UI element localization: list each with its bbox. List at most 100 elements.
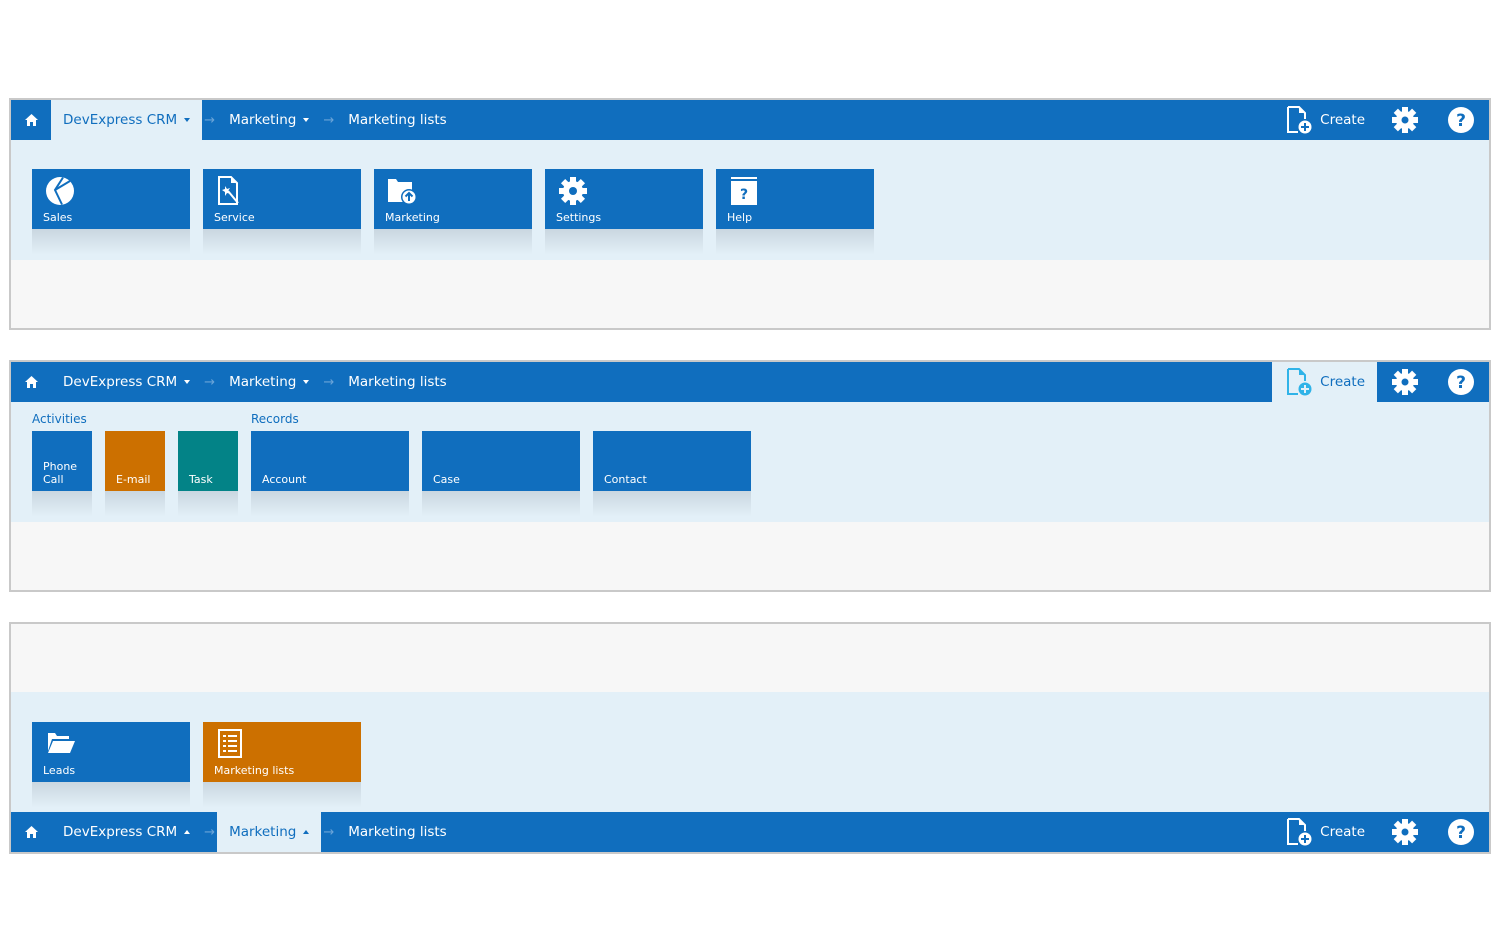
svg-text:?: ? xyxy=(1456,373,1466,393)
create-button[interactable]: Create xyxy=(1272,100,1377,140)
breadcrumb-label: DevExpress CRM xyxy=(63,824,178,840)
arrow-right-icon: → xyxy=(323,824,335,840)
new-document-icon xyxy=(1287,368,1312,396)
gear-icon xyxy=(559,177,587,205)
caret-down-icon xyxy=(303,380,310,384)
create-button[interactable]: Create xyxy=(1272,362,1377,402)
breadcrumb-devexpress-crm[interactable]: DevExpress CRM xyxy=(51,100,203,140)
crm-panel-root-menu-open: DevExpress CRM → Marketing → Marketing l… xyxy=(9,98,1491,330)
folder-upload-icon xyxy=(388,179,417,205)
tile-task[interactable]: Task xyxy=(178,431,238,517)
tile-label: Marketing lists xyxy=(214,764,295,777)
tile-label: Task xyxy=(189,473,213,486)
help-book-icon: ? xyxy=(731,177,757,205)
home-button[interactable] xyxy=(11,362,51,402)
tile-label: Marketing xyxy=(385,211,440,224)
tile-account[interactable]: Account xyxy=(251,431,409,517)
help-icon: ? xyxy=(1448,369,1474,395)
list-document-icon xyxy=(218,729,242,758)
caret-down-icon xyxy=(184,118,191,122)
tile-leads[interactable]: Leads xyxy=(32,722,190,808)
breadcrumb-label: Marketing xyxy=(229,374,297,390)
home-button[interactable] xyxy=(11,100,51,140)
breadcrumb-label: Marketing lists xyxy=(348,824,447,840)
navbar: DevExpress CRM → Marketing → Marketing l… xyxy=(11,812,1489,852)
tile-settings[interactable]: Settings xyxy=(545,169,703,255)
tile-case[interactable]: Case xyxy=(422,431,580,517)
breadcrumb-marketing[interactable]: Marketing xyxy=(217,100,321,140)
help-button[interactable]: ? xyxy=(1433,812,1489,852)
breadcrumb-marketing[interactable]: Marketing xyxy=(217,362,321,402)
new-document-icon xyxy=(1287,106,1312,134)
tile-contact[interactable]: Contact xyxy=(593,431,751,517)
tile-service[interactable]: Service xyxy=(203,169,361,255)
tile-label: Help xyxy=(727,211,753,224)
caret-down-icon xyxy=(184,380,191,384)
group-label-activities: Activities xyxy=(32,412,87,426)
help-icon: ? xyxy=(1448,819,1474,845)
create-label: Create xyxy=(1320,824,1365,840)
create-button[interactable]: Create xyxy=(1272,812,1377,852)
document-wand-icon xyxy=(218,176,239,205)
help-button[interactable]: ? xyxy=(1433,362,1489,402)
tile-area: Leads Marketing lists xyxy=(11,692,1489,812)
breadcrumb-label: Marketing lists xyxy=(348,374,447,390)
gear-icon xyxy=(1392,819,1418,845)
tile-label: Account xyxy=(262,473,307,486)
svg-text:?: ? xyxy=(740,187,748,203)
arrow-right-icon: → xyxy=(323,374,335,390)
home-icon xyxy=(24,376,38,388)
tile-label: Leads xyxy=(43,764,76,777)
svg-text:?: ? xyxy=(1456,111,1466,131)
breadcrumb-label: DevExpress CRM xyxy=(63,374,178,390)
breadcrumb-label: Marketing xyxy=(229,112,297,128)
arrow-right-icon: → xyxy=(204,112,216,128)
new-document-icon xyxy=(1287,818,1312,846)
svg-text:?: ? xyxy=(1456,823,1466,843)
home-icon xyxy=(24,826,38,838)
breadcrumb-label: Marketing xyxy=(229,824,297,840)
breadcrumb-marketing-lists[interactable]: Marketing lists xyxy=(336,362,458,402)
tile-label: Service xyxy=(214,211,255,224)
arrow-right-icon: → xyxy=(204,824,216,840)
caret-down-icon xyxy=(303,118,310,122)
tile-email[interactable]: E-mail xyxy=(105,431,165,517)
settings-button[interactable] xyxy=(1377,100,1433,140)
navbar: DevExpress CRM → Marketing → Marketing l… xyxy=(11,362,1489,402)
tile-marketing[interactable]: Marketing xyxy=(374,169,532,255)
tile-label: Phone Call xyxy=(43,460,78,486)
tile-help[interactable]: ? Help xyxy=(716,169,874,255)
tile-phone-call[interactable]: Phone Call xyxy=(32,431,92,517)
breadcrumb-label: DevExpress CRM xyxy=(63,112,178,128)
tile-area: Activities Records Phone Call E-mail Tas… xyxy=(11,402,1489,522)
tile-label: Case xyxy=(433,473,460,486)
breadcrumb-devexpress-crm[interactable]: DevExpress CRM xyxy=(51,362,202,402)
tile-label: E-mail xyxy=(116,473,151,486)
breadcrumb-marketing-lists[interactable]: Marketing lists xyxy=(336,100,458,140)
caret-up-icon xyxy=(184,830,191,834)
tile-sales[interactable]: Sales xyxy=(32,169,190,255)
tile-marketing-lists[interactable]: Marketing lists xyxy=(203,722,361,808)
navbar: DevExpress CRM → Marketing → Marketing l… xyxy=(11,100,1489,140)
tile-label: Settings xyxy=(556,211,602,224)
crm-panel-bottom-navbar: Leads Marketing lists DevExpress CRM → M… xyxy=(9,622,1491,854)
help-icon: ? xyxy=(1448,107,1474,133)
arrow-right-icon: → xyxy=(204,374,216,390)
breadcrumb-label: Marketing lists xyxy=(348,112,447,128)
help-button[interactable]: ? xyxy=(1433,100,1489,140)
settings-button[interactable] xyxy=(1377,812,1433,852)
pie-chart-icon xyxy=(46,176,74,205)
create-label: Create xyxy=(1320,112,1365,128)
tile-label: Sales xyxy=(43,211,73,224)
breadcrumb-marketing-lists[interactable]: Marketing lists xyxy=(336,812,458,852)
breadcrumb-devexpress-crm[interactable]: DevExpress CRM xyxy=(51,812,202,852)
crm-panel-create-menu-open: DevExpress CRM → Marketing → Marketing l… xyxy=(9,360,1491,592)
create-label: Create xyxy=(1320,374,1365,390)
caret-up-icon xyxy=(303,830,310,834)
breadcrumb-marketing[interactable]: Marketing xyxy=(217,812,322,852)
open-folder-icon xyxy=(48,733,75,753)
tile-area: Sales Service Marketing Settings ? Help xyxy=(11,140,1489,260)
settings-button[interactable] xyxy=(1377,362,1433,402)
home-button[interactable] xyxy=(11,812,51,852)
home-icon xyxy=(24,114,38,126)
